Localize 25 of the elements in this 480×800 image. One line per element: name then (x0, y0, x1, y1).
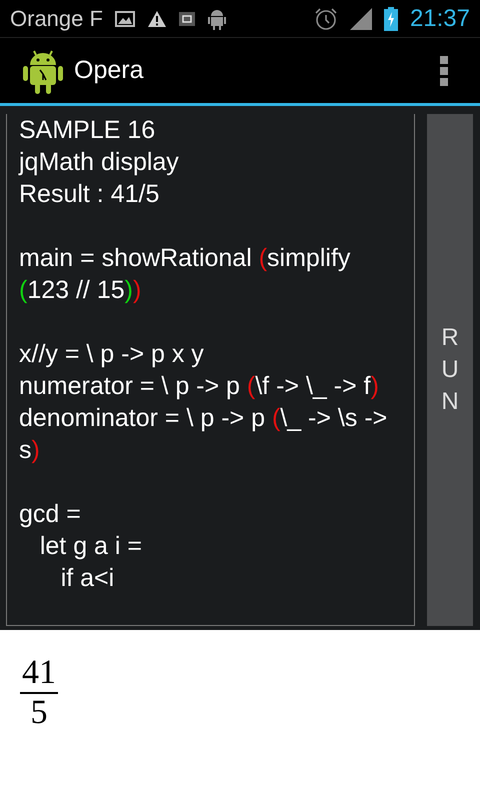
code-line: x//y = \ p -> p x y (19, 339, 205, 370)
fraction-numerator: 41 (21, 654, 57, 692)
signal-icon (350, 8, 372, 30)
battery-icon (384, 6, 398, 30)
code-editor[interactable] (6, 114, 415, 626)
code-line: SAMPLE 16 (19, 115, 156, 146)
code-line: gcd = (19, 499, 82, 530)
code-line: if a<i (60, 563, 116, 594)
app-title: Opera (74, 54, 144, 86)
code-line: jqMath display (19, 147, 180, 178)
run-button[interactable]: RUN (427, 114, 473, 626)
android-icon (206, 8, 227, 30)
code-line: let g a i = (38, 531, 143, 562)
code-line: denominator = \ p -> p (\_ -> \s -> s) (19, 403, 388, 466)
fraction-denominator: 5 (30, 694, 48, 732)
warning-icon (146, 10, 167, 28)
code-line: Result : 41/5 (19, 179, 160, 210)
screen-icon (178, 12, 195, 26)
carrier-name: Orange F (10, 5, 103, 33)
code-line: main = showRational (simplify (123 // 15)) (19, 243, 352, 306)
image-icon (114, 10, 135, 26)
code-line: numerator = \ p -> p (\f -> \_ -> f) (19, 371, 380, 402)
clock-time: 21:37 (410, 4, 470, 34)
alarm-icon (314, 6, 338, 30)
overflow-menu-button[interactable] (438, 54, 450, 88)
